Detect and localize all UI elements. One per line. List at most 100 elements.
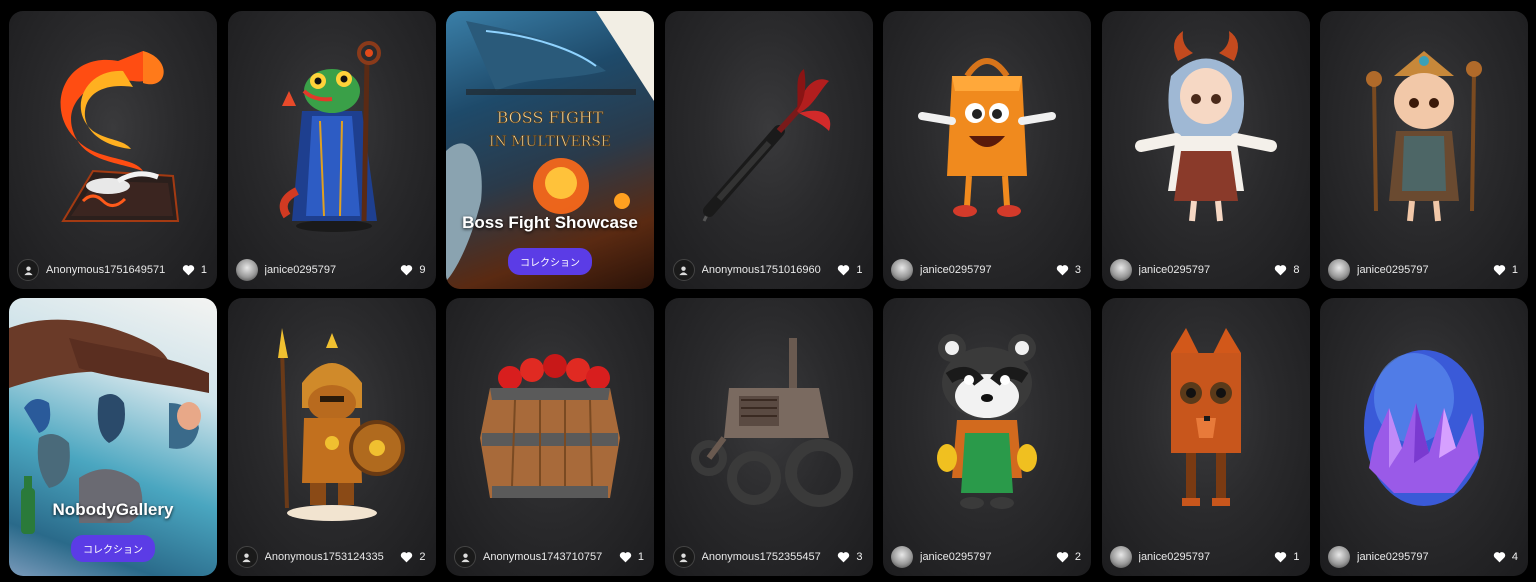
model-card[interactable]: janice0295797 9 bbox=[227, 11, 436, 289]
user-silhouette-icon bbox=[679, 552, 688, 562]
heart-icon bbox=[401, 552, 413, 563]
collection-card[interactable]: NobodyGallery コレクション bbox=[9, 298, 217, 576]
model-card[interactable]: janice0295797 4 bbox=[1320, 298, 1528, 576]
author-name[interactable]: janice0295797 bbox=[1357, 264, 1493, 276]
card-footer: Anonymous1751649571 1 bbox=[9, 251, 217, 289]
user-silhouette-icon bbox=[460, 552, 470, 562]
like-counter[interactable]: 8 bbox=[1274, 264, 1300, 276]
author-name[interactable]: janice0295797 bbox=[920, 551, 1056, 563]
card-footer: janice0295797 1 bbox=[1320, 251, 1528, 289]
card-footer: Anonymous1743710757 1 bbox=[446, 538, 654, 576]
author-name[interactable]: janice0295797 bbox=[1357, 551, 1493, 563]
collection-button[interactable]: コレクション bbox=[508, 248, 592, 275]
like-count: 4 bbox=[1511, 551, 1518, 563]
author-name[interactable]: Anonymous1751016960 bbox=[702, 264, 838, 276]
model-thumbnail[interactable] bbox=[1102, 11, 1310, 251]
banner-title-line1: BOSS FIGHT bbox=[497, 108, 604, 127]
like-count: 1 bbox=[637, 551, 644, 563]
apple-barrel-illustration bbox=[480, 354, 620, 498]
model-card[interactable]: janice0295797 2 bbox=[883, 298, 1091, 576]
model-card[interactable]: janice0295797 1 bbox=[1101, 298, 1310, 576]
model-thumbnail[interactable] bbox=[1320, 298, 1528, 538]
model-thumbnail[interactable] bbox=[228, 298, 436, 538]
like-counter[interactable]: 1 bbox=[619, 551, 644, 563]
collection-title: Boss Fight Showcase bbox=[462, 213, 638, 232]
model-card[interactable]: Anonymous1743710757 1 bbox=[446, 298, 654, 576]
like-count: 3 bbox=[1074, 264, 1081, 276]
heart-icon bbox=[619, 552, 632, 563]
horned-anime-girl-illustration bbox=[1134, 31, 1277, 222]
like-counter[interactable]: 3 bbox=[1056, 264, 1081, 276]
author-name[interactable]: janice0295797 bbox=[1139, 551, 1275, 563]
user-avatar bbox=[891, 546, 913, 568]
card-footer: janice0295797 8 bbox=[1102, 251, 1310, 289]
author-name[interactable]: Anonymous1753124335 bbox=[265, 551, 401, 563]
like-count: 9 bbox=[419, 264, 426, 276]
model-thumbnail[interactable] bbox=[1102, 298, 1310, 538]
model-thumbnail[interactable] bbox=[9, 11, 217, 251]
like-counter[interactable]: 3 bbox=[837, 551, 863, 563]
card-footer: janice0295797 4 bbox=[1320, 538, 1528, 576]
like-counter[interactable]: 1 bbox=[182, 264, 207, 276]
anonymous-avatar bbox=[454, 546, 476, 568]
model-card[interactable]: Anonymous1752355457 3 bbox=[664, 298, 873, 576]
model-grid: Anonymous1751649571 1 janice0295797 9 BO… bbox=[9, 11, 1528, 576]
model-thumbnail[interactable] bbox=[883, 298, 1091, 538]
like-counter[interactable]: 2 bbox=[400, 551, 426, 563]
model-thumbnail[interactable] bbox=[446, 298, 654, 538]
user-avatar bbox=[1328, 546, 1350, 568]
author-name[interactable]: Anonymous1743710757 bbox=[483, 551, 619, 563]
card-footer: Anonymous1753124335 2 bbox=[228, 538, 436, 576]
collection-button[interactable]: コレクション bbox=[71, 535, 155, 562]
raccoon-illustration bbox=[937, 334, 1037, 509]
anonymous-avatar bbox=[235, 546, 258, 568]
user-silhouette-icon bbox=[23, 265, 33, 275]
model-card[interactable]: Anonymous1751016960 1 bbox=[664, 11, 873, 289]
collection-title: NobodyGallery bbox=[52, 500, 174, 519]
like-count: 1 bbox=[200, 264, 207, 276]
anonymous-avatar bbox=[17, 259, 39, 281]
old-tractor-illustration bbox=[690, 338, 853, 507]
model-card[interactable]: janice0295797 1 bbox=[1320, 11, 1528, 289]
like-counter[interactable]: 9 bbox=[400, 264, 426, 276]
collection-card[interactable]: BOSS FIGHT IN MULTIVERSE Boss Fight Show… bbox=[446, 11, 654, 289]
anonymous-avatar bbox=[672, 259, 695, 281]
user-avatar bbox=[891, 259, 913, 281]
user-avatar bbox=[1109, 546, 1132, 568]
model-card[interactable]: Anonymous1753124335 2 bbox=[227, 298, 436, 576]
like-counter[interactable]: 1 bbox=[1274, 551, 1300, 563]
model-thumbnail[interactable] bbox=[1320, 11, 1528, 251]
card-footer: Anonymous1751016960 1 bbox=[665, 251, 873, 289]
heart-icon bbox=[1275, 552, 1287, 563]
like-counter[interactable]: 1 bbox=[837, 264, 863, 276]
model-thumbnail[interactable] bbox=[883, 11, 1091, 251]
author-name[interactable]: Anonymous1752355457 bbox=[702, 551, 838, 563]
like-counter[interactable]: 1 bbox=[1493, 264, 1518, 276]
user-silhouette-icon bbox=[679, 265, 688, 275]
blocky-fox-illustration bbox=[1170, 328, 1241, 506]
model-thumbnail[interactable] bbox=[665, 298, 873, 538]
user-silhouette-icon bbox=[242, 552, 251, 562]
card-footer: janice0295797 2 bbox=[883, 538, 1091, 576]
banner-title-line2: IN MULTIVERSE bbox=[489, 134, 611, 150]
model-thumbnail[interactable] bbox=[228, 11, 436, 251]
like-counter[interactable]: 4 bbox=[1493, 551, 1518, 563]
author-name[interactable]: janice0295797 bbox=[920, 264, 1056, 276]
heart-icon bbox=[838, 265, 850, 276]
heart-icon bbox=[1275, 265, 1287, 276]
author-name[interactable]: janice0295797 bbox=[1139, 264, 1275, 276]
model-card[interactable]: janice0295797 8 bbox=[1101, 11, 1310, 289]
like-counter[interactable]: 2 bbox=[1056, 551, 1081, 563]
model-card[interactable]: janice0295797 3 bbox=[883, 11, 1091, 289]
author-name[interactable]: Anonymous1751649571 bbox=[46, 264, 182, 276]
like-count: 3 bbox=[856, 551, 863, 563]
like-count: 8 bbox=[1293, 264, 1300, 276]
model-card[interactable]: Anonymous1751649571 1 bbox=[9, 11, 217, 289]
shopping-bag-character-illustration bbox=[918, 58, 1056, 217]
like-count: 2 bbox=[1074, 551, 1081, 563]
like-count: 1 bbox=[1511, 264, 1518, 276]
model-thumbnail[interactable] bbox=[665, 11, 873, 251]
card-footer: janice0295797 9 bbox=[228, 251, 436, 289]
author-name[interactable]: janice0295797 bbox=[265, 264, 401, 276]
monkey-king-figure-illustration bbox=[1366, 51, 1482, 222]
